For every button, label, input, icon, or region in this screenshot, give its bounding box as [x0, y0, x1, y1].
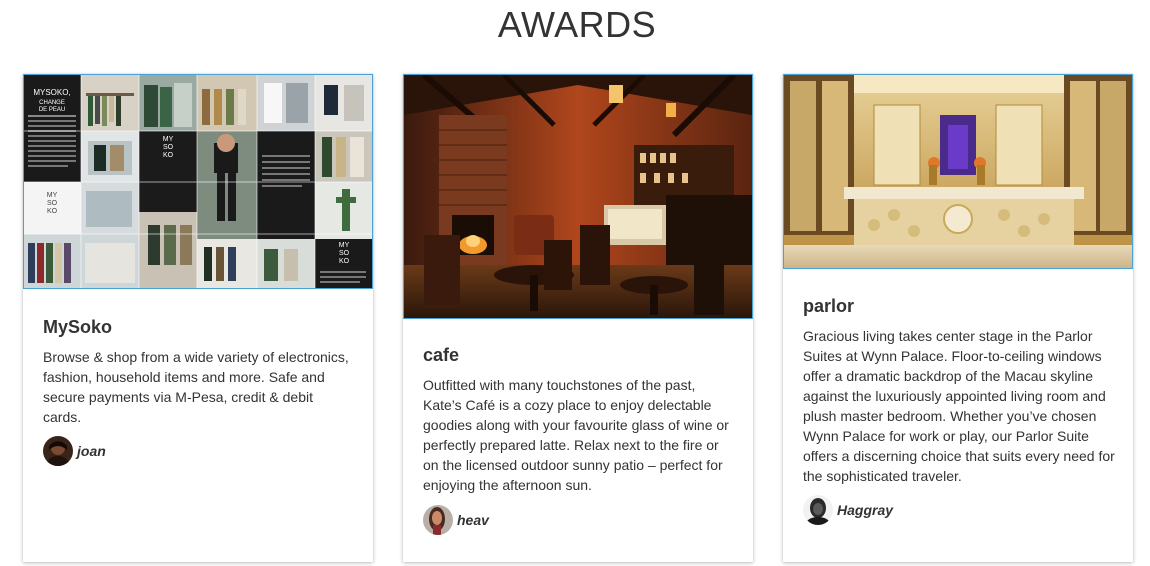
collage-headline-3: DE PEAU [39, 107, 65, 113]
card-title[interactable]: cafe [423, 345, 459, 366]
collage-logo-line-2b: SO [47, 200, 58, 207]
card-author[interactable]: joan [43, 436, 106, 466]
collage-logo-line-1b: MY [47, 192, 58, 199]
collage-logo-line-3: KO [163, 152, 174, 159]
award-card-mysoko[interactable]: MYSOKO, CHANGE DE PEAU MY SO KO MY SO KO… [23, 74, 373, 562]
card-description: Browse & shop from a wide variety of ele… [43, 349, 349, 425]
user-avatar-icon[interactable] [43, 436, 73, 466]
user-avatar-icon[interactable] [423, 505, 453, 535]
collage-headline-2: CHANGE [39, 100, 65, 106]
page-title: AWARDS [497, 4, 657, 45]
cafe-interior-image[interactable] [403, 74, 753, 319]
card-title[interactable]: parlor [803, 296, 854, 317]
collage-headline-1: MYSOKO, [33, 88, 70, 97]
card-author[interactable]: heav [423, 505, 489, 535]
collage-logo-line-3b: KO [47, 208, 58, 215]
fashion-store-collage-image[interactable]: MYSOKO, CHANGE DE PEAU MY SO KO MY SO KO… [23, 74, 373, 289]
collage-logo-line-2c: SO [339, 250, 350, 257]
card-title[interactable]: MySoko [43, 317, 112, 338]
author-name[interactable]: joan [77, 443, 106, 459]
card-description: Gracious living takes center stage in th… [803, 328, 1115, 484]
award-card-parlor[interactable]: parlor Gracious living takes center stag… [783, 74, 1133, 562]
card-author[interactable]: Haggray [803, 495, 893, 525]
collage-logo-line-1c: MY [339, 242, 350, 249]
card-description: Outfitted with many touchstones of the p… [423, 377, 729, 493]
user-avatar-icon[interactable] [803, 495, 833, 525]
author-name[interactable]: heav [457, 512, 489, 528]
collage-logo-line-2: SO [163, 144, 174, 151]
collage-logo-line-3c: KO [339, 258, 350, 265]
collage-logo-line-1: MY [163, 136, 174, 143]
author-name[interactable]: Haggray [837, 502, 893, 518]
luxury-bathroom-image[interactable] [783, 74, 1133, 269]
award-card-cafe[interactable]: cafe Outfitted with many touchstones of … [403, 74, 753, 562]
